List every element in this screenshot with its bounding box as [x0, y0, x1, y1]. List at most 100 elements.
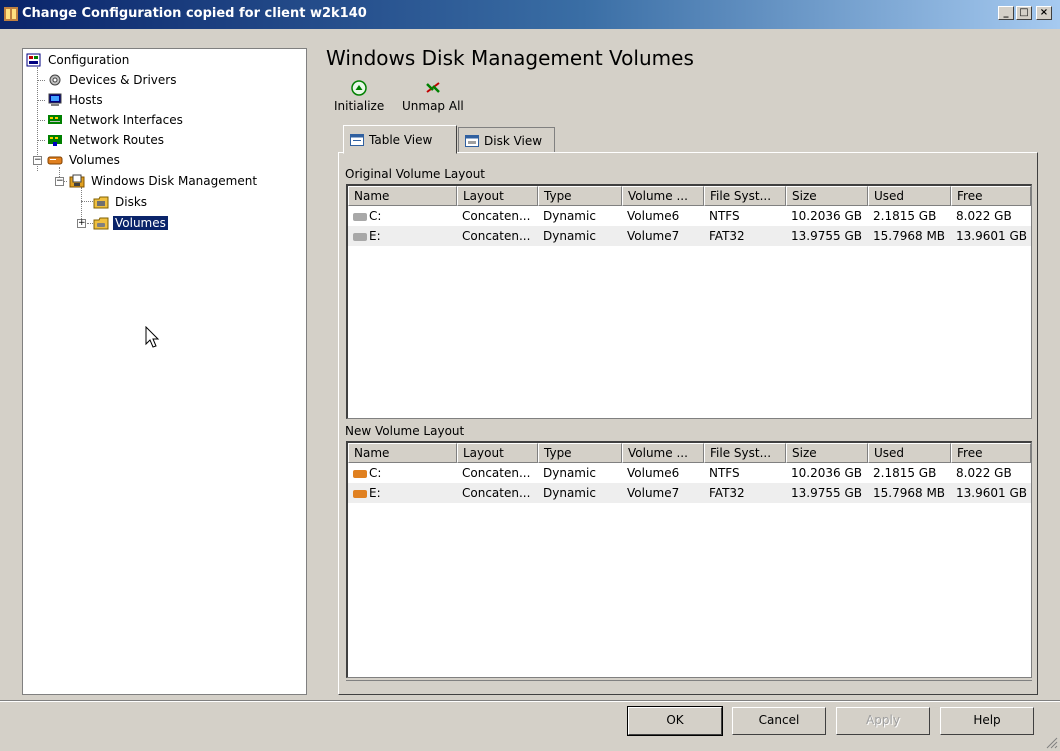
drive-icon — [353, 212, 367, 221]
volumes-collapse-toggle[interactable]: − — [33, 156, 42, 165]
column-header-type[interactable]: Type — [538, 186, 622, 206]
table-row[interactable]: C: Concaten... Dynamic Volume6 NTFS 10.2… — [348, 463, 1031, 483]
window-title: Change Configuration copied for client w… — [22, 6, 367, 21]
column-header-size[interactable]: Size — [786, 443, 868, 463]
tree-item-network-routes[interactable]: Network Routes — [47, 131, 166, 149]
disk-management-icon — [69, 174, 85, 188]
volumes-expand-toggle[interactable]: + — [77, 219, 86, 228]
cell-layout: Concaten... — [462, 486, 531, 500]
separator — [0, 700, 1060, 702]
folder-volume-icon — [93, 217, 109, 230]
cell-type: Dynamic — [543, 486, 596, 500]
column-header-used[interactable]: Used — [868, 443, 951, 463]
title-bar[interactable]: Change Configuration copied for client w… — [0, 0, 1060, 29]
column-header-volume[interactable]: Volume ... — [622, 186, 704, 206]
cell-file-system: NTFS — [709, 466, 740, 480]
cell-free: 8.022 GB — [956, 466, 1012, 480]
disk-view-icon — [465, 134, 479, 147]
app-icon — [4, 7, 18, 21]
configuration-tree[interactable]: − − + Configuration Devices & Drivers Ho… — [22, 48, 307, 695]
close-button[interactable]: × — [1036, 6, 1052, 20]
table-view-icon — [350, 133, 364, 146]
ok-button[interactable]: OK — [627, 706, 723, 736]
tree-item-windows-disk-management[interactable]: Windows Disk Management — [69, 172, 259, 190]
cell-type: Dynamic — [543, 466, 596, 480]
cell-file-system: FAT32 — [709, 229, 745, 243]
disk-management-collapse-toggle[interactable]: − — [55, 177, 64, 186]
column-header-file-system[interactable]: File Syst... — [704, 186, 786, 206]
cell-name: C: — [348, 206, 457, 226]
network-interface-icon — [48, 115, 62, 124]
cell-used: 2.1815 GB — [873, 466, 937, 480]
tree-item-network-interfaces[interactable]: Network Interfaces — [47, 111, 185, 129]
cell-used: 15.7968 MB — [873, 486, 946, 500]
tab-table-view[interactable]: Table View — [343, 125, 457, 154]
cell-size: 10.2036 GB — [791, 466, 862, 480]
page-title: Windows Disk Management Volumes — [326, 46, 694, 70]
column-header-layout[interactable]: Layout — [457, 443, 538, 463]
unmap-all-button[interactable]: Unmap All — [402, 80, 464, 113]
initialize-button[interactable]: Initialize — [334, 80, 384, 113]
column-header-free[interactable]: Free — [951, 186, 1031, 206]
tree-item-hosts[interactable]: Hosts — [47, 91, 105, 109]
tree-item-disks[interactable]: Disks — [93, 193, 149, 211]
tree-item-volumes[interactable]: Volumes — [93, 214, 168, 232]
table-row[interactable]: E: Concaten... Dynamic Volume7 FAT32 13.… — [348, 483, 1031, 503]
column-header-size[interactable]: Size — [786, 186, 868, 206]
initialize-icon — [351, 80, 367, 96]
cell-layout: Concaten... — [462, 209, 531, 223]
drive-icon — [353, 232, 367, 241]
maximize-button[interactable]: □ — [1016, 6, 1032, 20]
new-layout-label: New Volume Layout — [345, 424, 465, 438]
tree-connector — [37, 120, 45, 121]
cell-free: 13.9601 GB — [956, 229, 1027, 243]
column-header-volume[interactable]: Volume ... — [622, 443, 704, 463]
tree-item-configuration[interactable]: Configuration — [26, 51, 131, 69]
cell-volume: Volume7 — [627, 486, 680, 500]
column-header-used[interactable]: Used — [868, 186, 951, 206]
column-header-layout[interactable]: Layout — [457, 186, 538, 206]
cell-size: 13.9755 GB — [791, 229, 862, 243]
cell-volume: Volume6 — [627, 209, 680, 223]
tree-item-devices-drivers[interactable]: Devices & Drivers — [47, 71, 178, 89]
network-routes-icon — [48, 135, 62, 146]
tree-item-volumes-root[interactable]: Volumes — [47, 151, 122, 169]
column-header-free[interactable]: Free — [951, 443, 1031, 463]
column-header-name[interactable]: Name — [348, 186, 457, 206]
cell-free: 8.022 GB — [956, 209, 1012, 223]
cell-type: Dynamic — [543, 229, 596, 243]
minimize-button[interactable]: _ — [998, 6, 1014, 20]
resize-grip-icon[interactable] — [1044, 735, 1058, 749]
column-header-file-system[interactable]: File Syst... — [704, 443, 786, 463]
new-volume-table[interactable]: Name Layout Type Volume ... File Syst...… — [346, 441, 1032, 678]
unmap-all-icon — [425, 82, 440, 93]
cell-used: 2.1815 GB — [873, 209, 937, 223]
tab-disk-view[interactable]: Disk View — [458, 127, 555, 153]
apply-button[interactable]: Apply — [836, 707, 930, 735]
original-layout-label: Original Volume Layout — [345, 167, 486, 181]
tree-connector — [37, 100, 45, 101]
cell-layout: Concaten... — [462, 466, 531, 480]
cell-size: 13.9755 GB — [791, 486, 862, 500]
cell-type: Dynamic — [543, 209, 596, 223]
computer-icon — [48, 93, 62, 106]
table-row[interactable]: C: Concaten... Dynamic Volume6 NTFS 10.2… — [348, 206, 1031, 226]
column-header-type[interactable]: Type — [538, 443, 622, 463]
original-volume-table[interactable]: Name Layout Type Volume ... File Syst...… — [346, 184, 1032, 419]
bottom-splitter — [346, 680, 1032, 687]
cell-volume: Volume6 — [627, 466, 680, 480]
table-row[interactable]: E: Concaten... Dynamic Volume7 FAT32 13.… — [348, 226, 1031, 246]
help-button[interactable]: Help — [940, 707, 1034, 735]
drive-icon — [353, 489, 367, 498]
configuration-icon — [26, 53, 41, 67]
tree-connector — [37, 140, 45, 141]
cell-volume: Volume7 — [627, 229, 680, 243]
cell-name: C: — [348, 463, 457, 483]
tree-connector — [37, 80, 45, 81]
cell-file-system: NTFS — [709, 209, 740, 223]
column-header-name[interactable]: Name — [348, 443, 457, 463]
drive-icon — [353, 469, 367, 478]
cell-size: 10.2036 GB — [791, 209, 862, 223]
devices-gear-icon — [49, 74, 61, 86]
cancel-button[interactable]: Cancel — [732, 707, 826, 735]
